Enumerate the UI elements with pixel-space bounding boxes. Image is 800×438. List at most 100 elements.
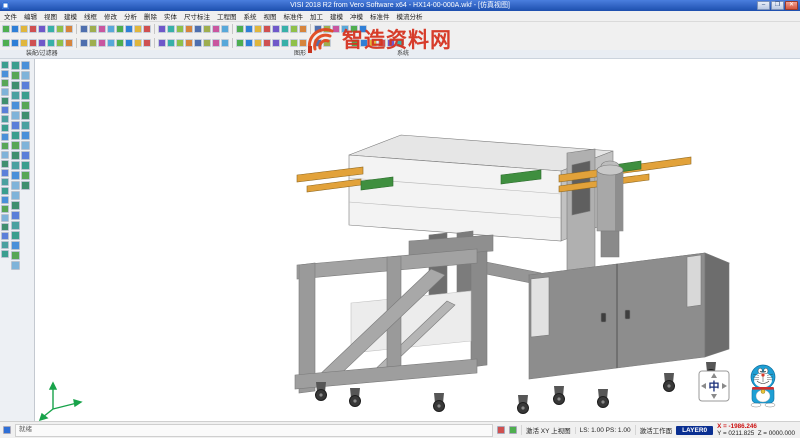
tool-icon[interactable] [98,25,106,33]
tool-icon[interactable] [212,39,220,47]
tool-icon[interactable] [21,71,30,80]
menu-item-16[interactable]: 冲模 [350,11,363,21]
tool-icon[interactable] [290,25,298,33]
tool-icon[interactable] [65,39,73,47]
tool-icon[interactable] [11,111,20,120]
tool-icon[interactable] [1,79,9,87]
tool-icon[interactable] [11,251,20,260]
menu-item-15[interactable]: 建模 [330,11,343,21]
tool-icon[interactable] [11,61,20,70]
tool-icon[interactable] [65,25,73,33]
tool-icon[interactable] [167,25,175,33]
tool-icon[interactable] [351,39,359,47]
tool-icon[interactable] [1,160,9,168]
menu-item-12[interactable]: 视图 [264,11,277,21]
status-icon-1[interactable] [3,426,11,434]
tool-icon[interactable] [143,25,151,33]
tool-icon[interactable] [221,39,229,47]
tool-icon[interactable] [1,250,9,258]
tool-icon[interactable] [360,39,368,47]
tool-icon[interactable] [21,61,30,70]
tool-icon[interactable] [1,61,9,69]
menu-item-17[interactable]: 标准件 [370,11,390,21]
tool-icon[interactable] [1,133,9,141]
tool-icon[interactable] [1,169,9,177]
tool-icon[interactable] [203,25,211,33]
tool-icon[interactable] [89,39,97,47]
tool-icon[interactable] [236,39,244,47]
tool-icon[interactable] [11,131,20,140]
status-icon-2[interactable] [497,426,505,434]
active-view-label[interactable]: 激活 XY 上视图 [521,425,571,435]
3d-viewport[interactable]: 中 [35,59,800,421]
tool-icon[interactable] [11,221,20,230]
tool-icon[interactable] [387,39,395,47]
tool-icon[interactable] [221,25,229,33]
tool-icon[interactable] [11,151,20,160]
tool-icon[interactable] [11,191,20,200]
tool-icon[interactable] [290,39,298,47]
group-label-system[interactable]: 系统 [397,50,409,58]
tool-icon[interactable] [47,39,55,47]
menu-item-0[interactable]: 文件 [4,11,17,21]
tool-icon[interactable] [20,25,28,33]
tool-icon[interactable] [299,25,307,33]
tool-icon[interactable] [47,25,55,33]
tool-icon[interactable] [194,39,202,47]
tool-icon[interactable] [29,25,37,33]
tool-icon[interactable] [1,115,9,123]
tool-icon[interactable] [158,25,166,33]
tool-icon[interactable] [378,39,386,47]
menu-item-7[interactable]: 删除 [144,11,157,21]
menu-item-5[interactable]: 修改 [104,11,117,21]
tool-icon[interactable] [167,39,175,47]
tool-icon[interactable] [134,39,142,47]
group-label-graphics[interactable]: 图形 [294,50,306,58]
tool-icon[interactable] [125,25,133,33]
maximize-button[interactable]: ❐ [771,1,784,10]
tool-icon[interactable] [272,25,280,33]
tool-icon[interactable] [263,25,271,33]
menu-item-14[interactable]: 加工 [310,11,323,21]
tool-icon[interactable] [323,39,331,47]
minimize-button[interactable]: – [757,1,770,10]
tool-icon[interactable] [80,25,88,33]
tool-icon[interactable] [323,25,331,33]
tool-icon[interactable] [281,25,289,33]
tool-icon[interactable] [272,39,280,47]
menu-item-13[interactable]: 标准件 [284,11,304,21]
tool-icon[interactable] [11,141,20,150]
tool-icon[interactable] [1,142,9,150]
tool-icon[interactable] [11,201,20,210]
tool-icon[interactable] [254,25,262,33]
layer-selector[interactable]: LAYER0 [676,426,713,435]
tool-icon[interactable] [21,161,30,170]
tool-icon[interactable] [1,151,9,159]
tool-icon[interactable] [134,25,142,33]
menu-item-1[interactable]: 编辑 [24,11,37,21]
tool-icon[interactable] [1,88,9,96]
tool-icon[interactable] [38,39,46,47]
tool-icon[interactable] [21,111,30,120]
tool-icon[interactable] [107,25,115,33]
tool-icon[interactable] [21,121,30,130]
tool-icon[interactable] [11,171,20,180]
tool-icon[interactable] [56,39,64,47]
tool-icon[interactable] [11,71,20,80]
tool-icon[interactable] [245,25,253,33]
close-button[interactable]: ✕ [785,1,798,10]
tool-icon[interactable] [350,25,358,33]
tool-icon[interactable] [21,131,30,140]
tool-icon[interactable] [314,39,322,47]
tool-icon[interactable] [1,106,9,114]
tool-icon[interactable] [176,39,184,47]
tool-icon[interactable] [245,39,253,47]
tool-icon[interactable] [194,25,202,33]
tool-icon[interactable] [11,81,20,90]
tool-icon[interactable] [125,39,133,47]
menu-item-8[interactable]: 实体 [164,11,177,21]
tool-icon[interactable] [11,241,20,250]
tool-icon[interactable] [1,232,9,240]
tool-icon[interactable] [203,39,211,47]
tool-icon[interactable] [11,101,20,110]
